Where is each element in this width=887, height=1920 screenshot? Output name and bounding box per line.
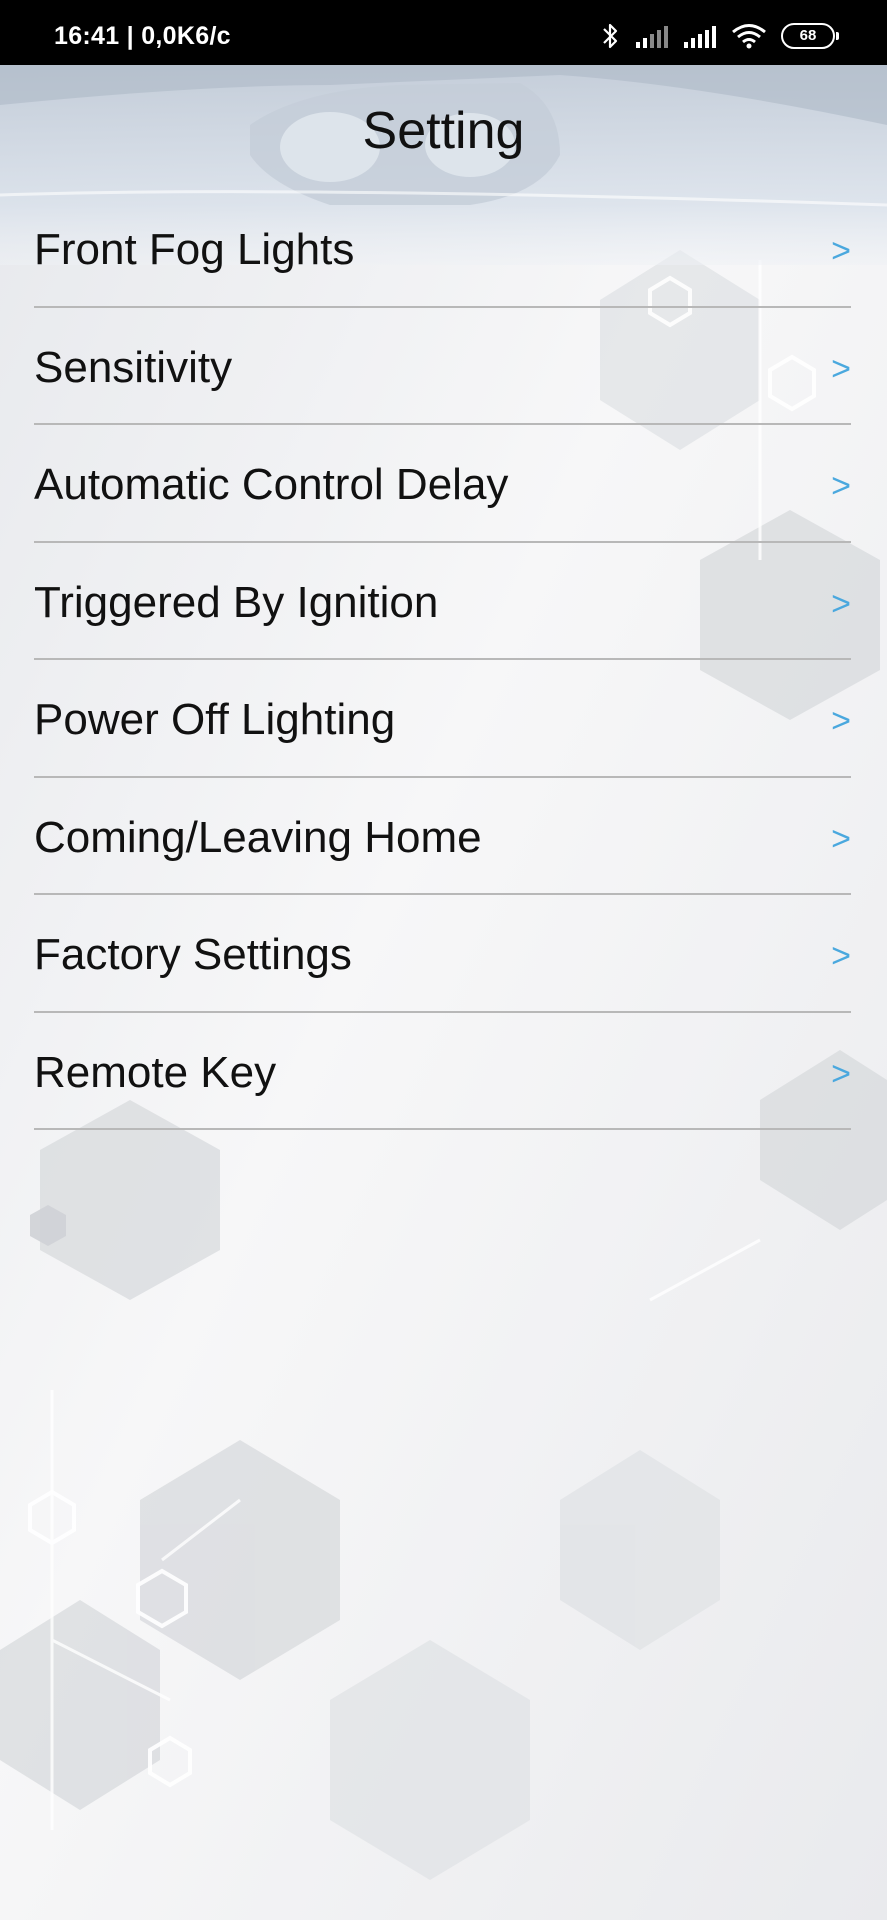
chevron-right-icon: > <box>831 232 851 270</box>
settings-menu: Front Fog Lights > Sensitivity > Automat… <box>0 190 887 1130</box>
chevron-right-icon: > <box>831 467 851 505</box>
status-time: 16:41 | 0,0K6/c <box>54 22 231 50</box>
divider <box>34 1128 851 1130</box>
menu-item-sensitivity[interactable]: Sensitivity > <box>0 308 887 425</box>
battery-icon: 68 <box>781 23 839 49</box>
menu-item-label: Triggered By Ignition <box>34 577 439 627</box>
menu-item-remote-key[interactable]: Remote Key > <box>0 1013 887 1130</box>
battery-level: 68 <box>799 27 817 44</box>
signal-icon <box>684 26 716 48</box>
menu-item-factory-settings[interactable]: Factory Settings > <box>0 895 887 1013</box>
battery-tip <box>836 32 839 40</box>
chevron-right-icon: > <box>831 937 851 975</box>
menu-item-label: Front Fog Lights <box>34 225 355 274</box>
menu-item-triggered-by-ignition[interactable]: Triggered By Ignition > <box>0 543 887 660</box>
chevron-right-icon: > <box>831 1054 851 1093</box>
signal-icon <box>636 26 668 48</box>
menu-item-coming-leaving-home[interactable]: Coming/Leaving Home > <box>0 778 887 895</box>
chevron-right-icon: > <box>831 702 851 740</box>
menu-item-label: Coming/Leaving Home <box>34 812 482 862</box>
menu-item-front-fog-lights[interactable]: Front Fog Lights > <box>0 190 887 308</box>
bluetooth-icon <box>603 23 618 49</box>
chevron-right-icon: > <box>831 349 851 388</box>
status-bar: 16:41 | 0,0K6/c 68 <box>0 0 887 65</box>
menu-item-label: Sensitivity <box>34 342 233 392</box>
menu-item-power-off-lighting[interactable]: Power Off Lighting > <box>0 660 887 778</box>
wifi-icon <box>732 24 766 49</box>
menu-item-automatic-control-delay[interactable]: Automatic Control Delay > <box>0 425 887 543</box>
menu-item-label: Automatic Control Delay <box>34 460 509 509</box>
menu-item-label: Power Off Lighting <box>34 695 396 744</box>
menu-item-label: Remote Key <box>34 1047 277 1097</box>
menu-item-label: Factory Settings <box>34 930 352 979</box>
page-title: Setting <box>362 102 525 160</box>
status-icons: 68 <box>601 22 839 50</box>
chevron-right-icon: > <box>831 584 851 623</box>
chevron-right-icon: > <box>831 819 851 858</box>
